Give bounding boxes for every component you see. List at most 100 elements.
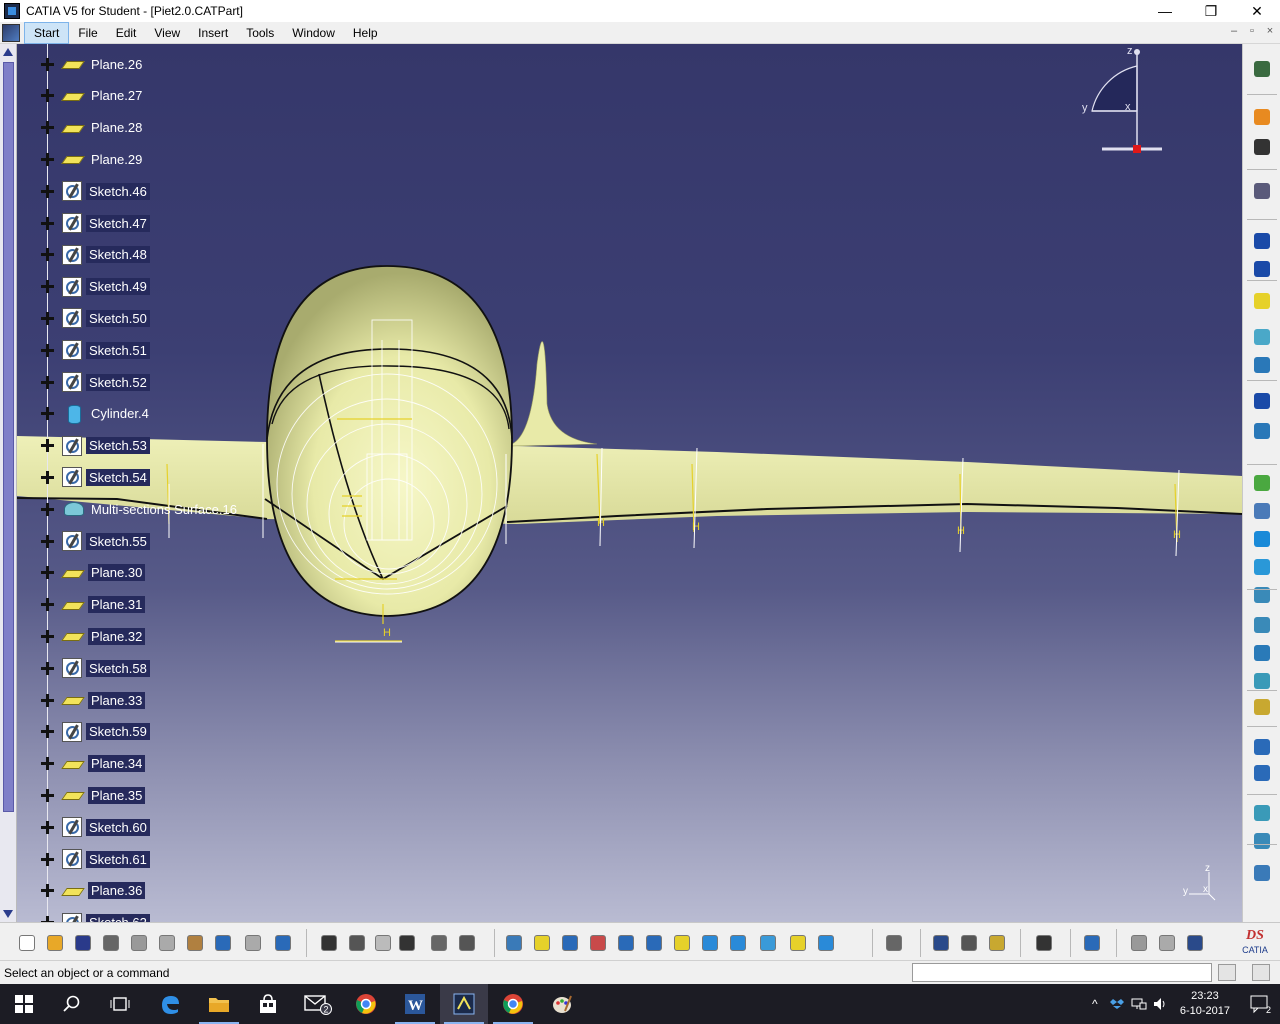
expand-plus-icon[interactable] <box>41 439 54 453</box>
new-icon[interactable] <box>16 932 38 954</box>
paint-button[interactable] <box>538 984 586 1024</box>
store-button[interactable] <box>244 984 292 1024</box>
sweep-icon[interactable] <box>1251 584 1273 606</box>
fit-all-icon[interactable] <box>531 932 553 954</box>
tree-item-label[interactable]: Sketch.58 <box>86 659 150 677</box>
tree-item[interactable]: Sketch.58 <box>41 657 150 679</box>
tree-item-label[interactable]: Multi-sections Surface.16 <box>88 501 240 518</box>
tree-item-label[interactable]: Plane.33 <box>88 691 146 709</box>
tree-item-label[interactable]: Plane.31 <box>88 596 146 614</box>
copy-icon[interactable] <box>156 932 178 954</box>
capture-icon[interactable] <box>1033 932 1055 954</box>
tree-item[interactable]: Plane.26 <box>41 53 145 75</box>
rotate-icon[interactable] <box>587 932 609 954</box>
tree-item[interactable]: Sketch.48 <box>41 244 150 266</box>
menu-view[interactable]: View <box>145 22 189 44</box>
tree-item-label[interactable]: Plane.36 <box>88 882 146 900</box>
close-button[interactable]: ✕ <box>1234 0 1280 22</box>
zoom-out-icon[interactable] <box>643 932 665 954</box>
menu-start[interactable]: Start <box>24 21 70 44</box>
start-button[interactable] <box>0 984 48 1024</box>
tree-item[interactable]: Plane.31 <box>41 594 146 616</box>
tree-item[interactable]: Sketch.55 <box>41 530 150 552</box>
print-icon[interactable] <box>100 932 122 954</box>
minimize-button[interactable]: — <box>1142 0 1188 22</box>
tree-item[interactable]: Plane.33 <box>41 689 146 711</box>
translate-icon[interactable] <box>1251 830 1273 852</box>
tree-item[interactable]: Sketch.51 <box>41 339 150 361</box>
word-button[interactable]: W <box>391 984 439 1024</box>
expand-plus-icon[interactable] <box>41 598 54 612</box>
catia-taskbar-button[interactable] <box>440 984 488 1024</box>
undo-icon[interactable] <box>212 932 234 954</box>
expand-plus-icon[interactable] <box>41 152 54 166</box>
circle-icon[interactable] <box>1251 390 1273 412</box>
expand-plus-icon[interactable] <box>41 343 54 357</box>
offset-icon[interactable] <box>1251 670 1273 692</box>
plane-tool-icon[interactable] <box>1251 290 1273 312</box>
scrollbar-thumb[interactable] <box>3 62 14 812</box>
file-explorer-button[interactable] <box>195 984 243 1024</box>
notification-center-button[interactable]: 2 <box>1244 984 1280 1024</box>
chrome-button[interactable] <box>342 984 390 1024</box>
fill-icon[interactable] <box>1251 614 1273 636</box>
command-input[interactable] <box>912 963 1212 982</box>
expand-plus-icon[interactable] <box>41 502 54 516</box>
mail-button[interactable]: 2 <box>294 984 342 1024</box>
apply-material-icon[interactable] <box>883 932 905 954</box>
tray-overflow-icon[interactable]: ^ <box>1084 984 1106 1024</box>
hide-show-icon[interactable] <box>787 932 809 954</box>
tree-item-label[interactable]: Plane.28 <box>88 119 145 136</box>
tree-item[interactable]: Cylinder.4 <box>41 403 152 425</box>
multi-section-icon[interactable] <box>1251 642 1273 664</box>
doc-close-button[interactable]: × <box>1264 25 1276 37</box>
expand-plus-icon[interactable] <box>41 725 54 739</box>
tree-item-label[interactable]: Sketch.60 <box>86 818 150 836</box>
blend-icon[interactable] <box>1251 500 1273 522</box>
macro-icon[interactable] <box>372 932 394 954</box>
fillet-icon[interactable] <box>1251 802 1273 824</box>
tree-item-label[interactable]: Plane.30 <box>88 564 146 582</box>
expand-plus-icon[interactable] <box>41 407 54 421</box>
save-icon[interactable] <box>72 932 94 954</box>
tree-item[interactable]: Plane.30 <box>41 562 146 584</box>
point-icon[interactable] <box>1251 230 1273 252</box>
3d-viewport[interactable]: H H H H H Plane.26Plane.27Plane.28Plane.… <box>17 44 1242 922</box>
extrapolate-icon[interactable] <box>1251 862 1273 884</box>
expand-plus-icon[interactable] <box>41 629 54 643</box>
tree-item[interactable]: Plane.28 <box>41 117 145 139</box>
tree-item[interactable]: Sketch.46 <box>41 180 150 202</box>
expand-plus-icon[interactable] <box>41 216 54 230</box>
task-view-button[interactable] <box>96 984 144 1024</box>
extract-icon[interactable] <box>1251 762 1273 784</box>
doc-minimize-button[interactable]: – <box>1228 25 1240 37</box>
tree-item-label[interactable]: Plane.27 <box>88 87 145 104</box>
menu-window[interactable]: Window <box>283 22 344 44</box>
expand-plus-icon[interactable] <box>41 693 54 707</box>
pan-icon[interactable] <box>559 932 581 954</box>
tree-item[interactable]: Sketch.53 <box>41 435 150 457</box>
network-icon[interactable] <box>1128 984 1150 1024</box>
tree-item-label[interactable]: Sketch.46 <box>86 182 150 200</box>
taskbar-clock[interactable]: 23:23 6-10-2017 <box>1180 989 1230 1019</box>
sketcher-icon[interactable] <box>1251 180 1273 202</box>
refresh-icon[interactable] <box>1128 932 1150 954</box>
tree-item-label[interactable]: Sketch.52 <box>86 373 150 391</box>
chrome-window-button[interactable] <box>489 984 537 1024</box>
menu-edit[interactable]: Edit <box>107 22 146 44</box>
volume-icon[interactable] <box>1150 984 1172 1024</box>
revolve-surface-icon[interactable] <box>1251 354 1273 376</box>
tree-item-label[interactable]: Sketch.53 <box>86 437 150 455</box>
dropbox-icon[interactable] <box>1106 984 1128 1024</box>
tree-item[interactable]: Sketch.54 <box>41 466 150 488</box>
iso-view-icon[interactable] <box>727 932 749 954</box>
fly-mode-icon[interactable] <box>1251 58 1273 80</box>
extrude-surface-icon[interactable] <box>1251 326 1273 348</box>
tree-item-label[interactable]: Sketch.51 <box>86 341 150 359</box>
expand-plus-icon[interactable] <box>41 311 54 325</box>
paste-icon[interactable] <box>184 932 206 954</box>
tree-item-label[interactable]: Plane.35 <box>88 786 146 804</box>
tree-item-label[interactable]: Sketch.61 <box>86 850 150 868</box>
table-icon[interactable] <box>396 932 418 954</box>
expand-plus-icon[interactable] <box>41 248 54 262</box>
